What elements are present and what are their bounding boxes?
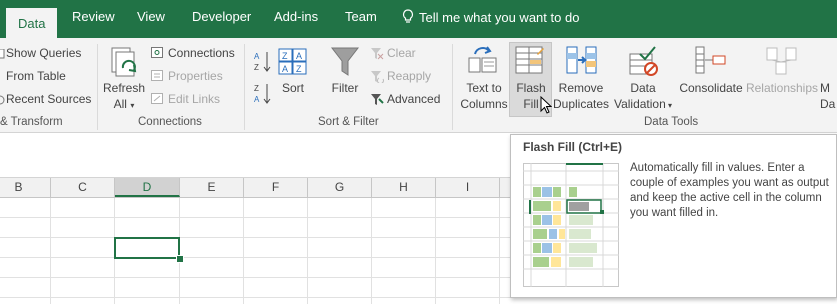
connections-icon bbox=[151, 47, 164, 62]
tell-me-search[interactable]: Tell me what you want to do bbox=[402, 9, 579, 25]
manage-data-model-button[interactable]: M Da bbox=[820, 80, 837, 112]
tab-add-ins[interactable]: Add-ins bbox=[274, 9, 318, 24]
active-cell[interactable] bbox=[114, 237, 180, 259]
data-validation-button[interactable]: Data Validation ▾ bbox=[609, 80, 677, 114]
svg-text:A: A bbox=[254, 52, 260, 61]
filter-icon bbox=[330, 46, 360, 81]
group-label-get-transform: & Transform bbox=[0, 116, 63, 128]
group-label-sort-filter: Sort & Filter bbox=[318, 116, 379, 128]
sort-a-to-z-icon[interactable]: A Z bbox=[254, 50, 272, 75]
text-to-columns-icon bbox=[467, 46, 499, 79]
tab-team[interactable]: Team bbox=[345, 9, 377, 24]
column-header-e[interactable]: E bbox=[180, 178, 244, 197]
clear-button[interactable]: Clear bbox=[387, 46, 416, 60]
svg-text:Z: Z bbox=[296, 64, 302, 74]
manage-data-model-label: M bbox=[820, 81, 830, 95]
svg-text:A: A bbox=[254, 95, 260, 104]
advanced-button[interactable]: Advanced bbox=[387, 92, 440, 106]
flash-fill-illustration bbox=[523, 163, 619, 290]
svg-text:Z: Z bbox=[254, 63, 259, 72]
group-label-connections: Connections bbox=[138, 116, 202, 128]
tab-data[interactable]: Data bbox=[6, 8, 58, 38]
svg-text:Z: Z bbox=[254, 84, 259, 93]
remove-duplicates-label-2: Duplicates bbox=[552, 97, 610, 111]
column-header-h[interactable]: H bbox=[372, 178, 436, 197]
relationships-icon bbox=[766, 46, 798, 79]
tell-me-text: Tell me what you want to do bbox=[419, 10, 580, 25]
data-validation-label-2: Validation bbox=[613, 97, 666, 111]
group-separator bbox=[97, 44, 98, 130]
tab-developer[interactable]: Developer bbox=[192, 9, 251, 24]
data-validation-icon bbox=[628, 46, 660, 79]
gridline bbox=[435, 198, 436, 304]
svg-text:Z: Z bbox=[282, 51, 288, 61]
clear-filter-icon bbox=[370, 47, 384, 63]
data-validation-label: Data bbox=[630, 81, 656, 95]
manage-data-model-label-2: Da bbox=[820, 97, 836, 111]
fill-handle[interactable] bbox=[176, 255, 184, 263]
sort-z-to-a-icon[interactable]: Z A bbox=[254, 82, 272, 107]
gridline bbox=[371, 198, 372, 304]
refresh-all-icon bbox=[109, 46, 141, 83]
svg-text:A: A bbox=[282, 64, 288, 74]
column-header-f[interactable]: F bbox=[244, 178, 308, 197]
gridline bbox=[307, 198, 308, 304]
tooltip-title: Flash Fill (Ctrl+E) bbox=[523, 140, 623, 154]
remove-duplicates-label: Remove bbox=[558, 81, 604, 95]
column-header-g[interactable]: G bbox=[308, 178, 372, 197]
column-header-c[interactable]: C bbox=[51, 178, 115, 197]
tab-review[interactable]: Review bbox=[72, 9, 115, 24]
edit-links-button[interactable]: Edit Links bbox=[168, 92, 220, 106]
lightbulb-icon bbox=[402, 9, 414, 23]
tab-view[interactable]: View bbox=[137, 9, 165, 24]
text-to-columns-button[interactable]: Text to Columns bbox=[456, 80, 512, 112]
reapply-button[interactable]: Reapply bbox=[387, 69, 431, 83]
reapply-icon bbox=[370, 70, 384, 86]
consolidate-icon bbox=[695, 46, 727, 79]
flash-fill-label: Flash bbox=[516, 81, 546, 95]
tooltip-description: Automatically fill in values. Enter a co… bbox=[630, 162, 829, 219]
column-header-b[interactable]: B bbox=[0, 178, 51, 197]
column-header-d[interactable]: D bbox=[115, 178, 180, 197]
group-separator bbox=[244, 44, 245, 130]
consolidate-button[interactable]: Consolidate bbox=[676, 80, 746, 96]
ribbon-data: Show Queries From Table Recent Sources &… bbox=[0, 38, 837, 133]
filter-button[interactable]: Filter bbox=[326, 80, 364, 96]
recent-sources-button[interactable]: Recent Sources bbox=[6, 92, 91, 106]
remove-duplicates-button[interactable]: Remove Duplicates bbox=[551, 80, 611, 112]
refresh-all-label: Refresh bbox=[102, 81, 146, 95]
flash-fill-tooltip: Flash Fill (Ctrl+E) Automatically fill i… bbox=[510, 134, 837, 298]
ribbon-tab-bar: Data Review View Developer Add-ins Team … bbox=[0, 0, 837, 38]
sort-button[interactable]: Sort bbox=[276, 80, 310, 96]
group-label-data-tools: Data Tools bbox=[644, 116, 699, 128]
refresh-all-label-2: All bbox=[113, 97, 127, 111]
edit-links-icon bbox=[151, 93, 164, 108]
gridline bbox=[50, 198, 51, 304]
from-table-button[interactable]: From Table bbox=[6, 69, 66, 83]
flash-fill-icon bbox=[515, 46, 545, 79]
text-to-columns-label-2: Columns bbox=[460, 97, 508, 111]
gridline bbox=[243, 198, 244, 304]
group-separator bbox=[452, 44, 453, 130]
gridline bbox=[499, 198, 500, 304]
svg-text:A: A bbox=[296, 51, 302, 61]
properties-icon bbox=[151, 70, 164, 85]
connections-button[interactable]: Connections bbox=[168, 46, 235, 60]
sort-icon: Z A A Z bbox=[278, 48, 308, 79]
dropdown-arrow-icon: ▾ bbox=[665, 101, 673, 110]
refresh-all-button[interactable]: Refresh All ▾ bbox=[102, 80, 146, 114]
dropdown-arrow-icon: ▾ bbox=[130, 101, 135, 110]
relationships-button[interactable]: Relationships bbox=[742, 80, 822, 96]
advanced-filter-icon bbox=[370, 93, 384, 109]
show-queries-button[interactable]: Show Queries bbox=[6, 46, 81, 60]
text-to-columns-label: Text to bbox=[466, 81, 502, 95]
column-header-i[interactable]: I bbox=[436, 178, 500, 197]
properties-button[interactable]: Properties bbox=[168, 69, 223, 83]
remove-duplicates-icon bbox=[566, 46, 598, 79]
